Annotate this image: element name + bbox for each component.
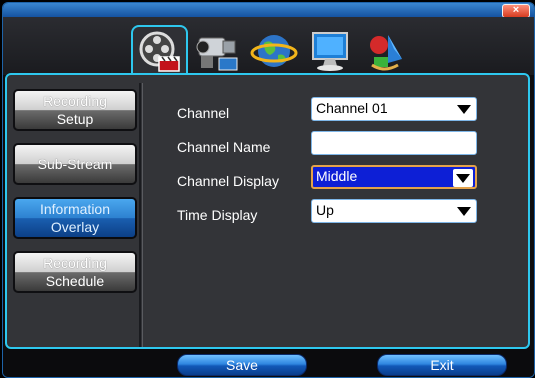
sidebar-item-label: Schedule xyxy=(45,273,105,289)
sidebar-item-recording-setup[interactable]: Recording Setup xyxy=(13,89,137,131)
time-display-select[interactable]: Up xyxy=(311,199,477,223)
sidebar-item-label: Information xyxy=(39,201,111,217)
divider xyxy=(142,83,143,347)
video-camera-clapper-icon xyxy=(139,31,180,72)
tab-video-setup[interactable] xyxy=(131,25,188,75)
globe-network-icon xyxy=(250,35,297,67)
divider xyxy=(139,83,141,347)
channel-name-input[interactable] xyxy=(311,131,477,155)
time-display-label: Time Display xyxy=(177,207,258,223)
tab-advanced[interactable] xyxy=(359,25,416,77)
title-bar: × xyxy=(3,3,534,18)
tab-display[interactable] xyxy=(302,25,359,77)
chevron-down-icon xyxy=(453,169,473,187)
main-menu-bar xyxy=(3,17,534,75)
tab-record[interactable] xyxy=(188,25,245,77)
chevron-down-icon xyxy=(454,100,474,118)
save-button[interactable]: Save xyxy=(177,354,307,376)
channel-display-value: Middle xyxy=(316,168,358,184)
main-menu-tabs xyxy=(131,25,416,77)
channel-select-value: Channel 01 xyxy=(316,100,388,116)
sidebar-item-label: Overlay xyxy=(50,219,100,235)
sidebar-item-label: Recording xyxy=(43,255,107,271)
shapes-tools-icon xyxy=(369,35,402,71)
channel-display-label: Channel Display xyxy=(177,173,279,189)
sidebar-item-label: Setup xyxy=(56,111,94,127)
close-button[interactable]: × xyxy=(502,4,530,18)
channel-select[interactable]: Channel 01 xyxy=(311,97,477,121)
sidebar-item-recording-schedule[interactable]: Recording Schedule xyxy=(13,251,137,293)
sidebar-item-sub-stream[interactable]: Sub-Stream xyxy=(13,143,137,185)
sidebar-item-label: Recording xyxy=(43,93,107,109)
sidebar-item-information-overlay[interactable]: Information Overlay xyxy=(13,197,137,239)
settings-panel: Recording Setup Sub-Stream Information O… xyxy=(5,73,530,349)
camcorder-icon xyxy=(196,37,237,71)
sidebar-nav: Recording Setup Sub-Stream Information O… xyxy=(13,89,137,305)
time-display-value: Up xyxy=(316,202,334,218)
monitor-icon xyxy=(311,32,348,71)
sidebar-item-label: Sub-Stream xyxy=(37,156,113,172)
channel-display-select[interactable]: Middle xyxy=(311,165,477,189)
exit-button[interactable]: Exit xyxy=(377,354,507,376)
dvr-setup-window: × Recording Setup Sub-Stream Information… xyxy=(2,2,535,378)
channel-label: Channel xyxy=(177,105,230,121)
bottom-action-bar: Save Exit xyxy=(3,349,534,377)
chevron-down-icon xyxy=(454,202,474,220)
tab-network[interactable] xyxy=(245,25,302,77)
channel-name-label: Channel Name xyxy=(177,139,271,155)
